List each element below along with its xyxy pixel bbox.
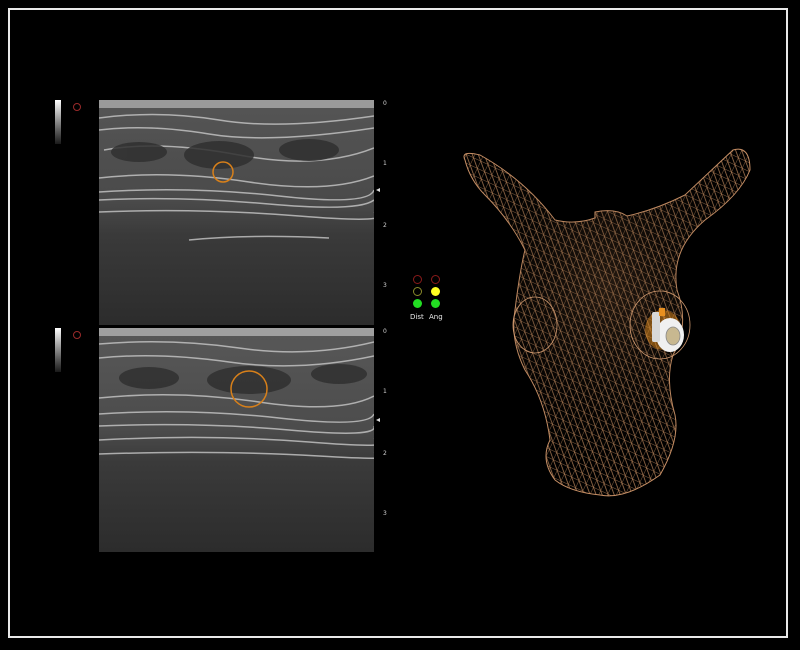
depth-label-0: 0: [383, 328, 387, 335]
probe-orientation-icon-bottom: [73, 331, 81, 339]
depth-label-1: 1: [383, 160, 387, 167]
tracking-indicators: Dist Ang: [410, 272, 450, 322]
depth-label-0: 0: [383, 100, 387, 107]
ang-label: Ang: [429, 313, 443, 321]
depth-label-3: 3: [383, 510, 387, 517]
ang-indicator-1: [431, 275, 440, 284]
depth-scale-bottom: 0 1 2 3: [380, 328, 394, 552]
focus-marker-bottom[interactable]: [376, 418, 380, 422]
grayscale-bar-top: [55, 100, 61, 144]
ultrasound-image-bottom[interactable]: [99, 328, 374, 552]
focus-marker-top[interactable]: [376, 188, 380, 192]
dist-label: Dist: [410, 313, 424, 321]
depth-scale-top: 0 1 2 3: [380, 100, 394, 325]
depth-label-2: 2: [383, 450, 387, 457]
dist-indicator-1: [413, 275, 422, 284]
depth-label-3: 3: [383, 282, 387, 289]
dist-indicator-2: [413, 287, 422, 296]
depth-label-1: 1: [383, 388, 387, 395]
grayscale-bar-bottom: [55, 328, 61, 372]
ang-indicator-3: [431, 299, 440, 308]
dist-indicator-3: [413, 299, 422, 308]
ultrasound-image-top[interactable]: [99, 100, 374, 325]
ultrasound-scan-top: [99, 100, 374, 325]
depth-label-2: 2: [383, 222, 387, 229]
ang-indicator-2: [431, 287, 440, 296]
probe-orientation-icon-top: [73, 103, 81, 111]
wireframe-torso-model[interactable]: [455, 140, 765, 514]
ultrasound-scan-bottom: [99, 328, 374, 552]
